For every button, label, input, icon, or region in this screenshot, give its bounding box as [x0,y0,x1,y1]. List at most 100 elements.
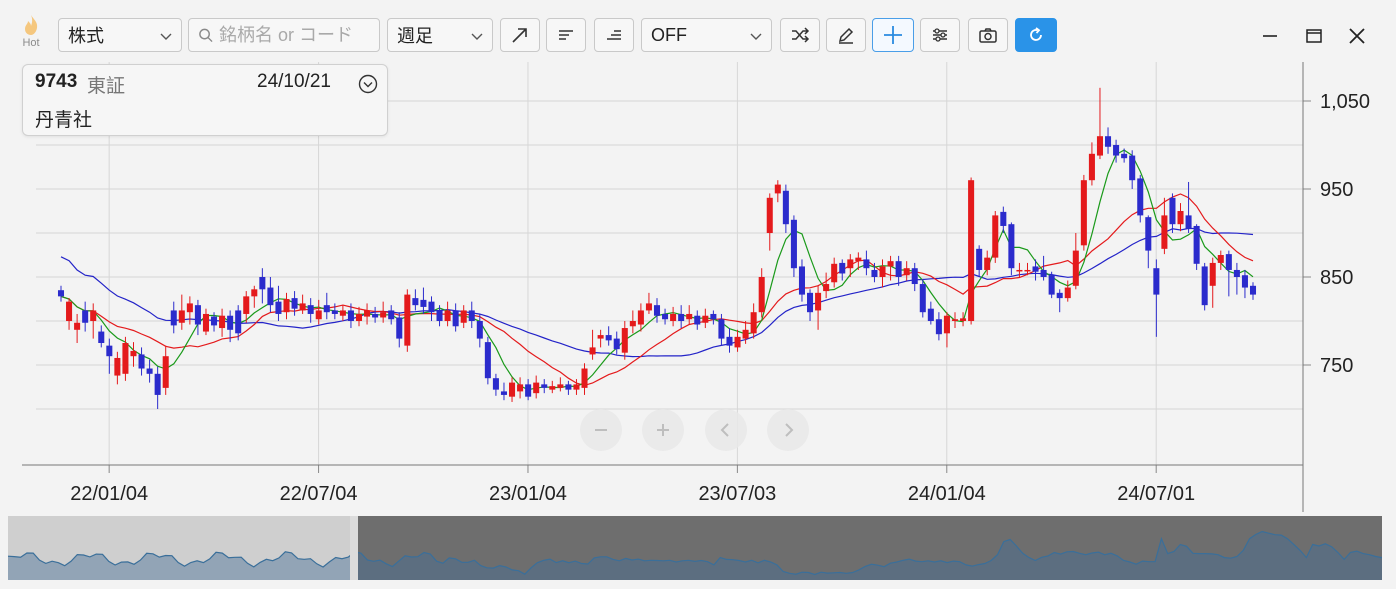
ma-mid-line [60,193,1254,387]
candle-body [1040,269,1047,277]
candle-body [911,268,918,285]
candle-body [1193,225,1200,264]
candle-body [130,350,137,357]
candle-body [573,384,580,390]
zoom-out-button[interactable] [580,409,622,451]
x-tick-label: 24/01/04 [908,483,986,505]
candle-body [428,301,435,313]
candle-body [863,259,870,269]
range-navigator[interactable] [8,516,1382,580]
candle-body [581,368,588,388]
minimize-button[interactable] [1256,22,1284,50]
candle-body [1241,275,1248,288]
candle-body [202,313,209,332]
scroll-right-button[interactable] [767,409,809,451]
candle-body [444,310,451,321]
candle-body [984,257,991,270]
candle-body [710,313,717,320]
candle-body [533,382,540,394]
right-align-button[interactable] [594,18,634,52]
crosshair-button[interactable] [872,18,914,52]
candle-body [742,329,749,339]
draw-button[interactable] [826,18,866,52]
candle-body [871,269,878,277]
x-tick-label: 23/01/04 [489,483,567,505]
candle-body [114,357,121,376]
candle-body [1080,180,1087,246]
chevron-left-icon [720,423,729,437]
candle-body [1137,178,1144,216]
candle-body [355,313,363,321]
candle-body [57,290,65,297]
candle-body [734,336,741,348]
candle-body [420,299,427,307]
candle-body [879,266,886,277]
overlay-select[interactable]: OFF [641,18,772,52]
candle-body [412,298,419,306]
stock-market: 東証 [87,76,126,97]
navigator-handle[interactable] [350,516,358,580]
market-type-value: 株式 [68,26,104,46]
candle-body [1000,211,1007,226]
close-icon [1349,28,1365,44]
candle-body [645,303,652,311]
left-align-button[interactable] [546,18,586,52]
candle-body [927,308,934,321]
candle-body [629,321,636,327]
candle-body [903,268,910,276]
candle-body [670,313,677,321]
candle-body [500,391,507,395]
candle-body [1008,224,1015,269]
trend-line-button[interactable] [500,18,540,52]
candle-body [299,303,306,311]
candle-body [315,310,322,320]
close-button[interactable] [1343,22,1371,50]
candle-body [307,305,314,314]
y-tick-label: 850 [1320,267,1353,289]
market-type-select[interactable]: 株式 [58,18,182,52]
stock-date: 24/10/21 [257,71,331,92]
scroll-left-button[interactable] [705,409,747,451]
candle-body [557,384,564,388]
navigator-area [8,531,1382,580]
candle-body [831,263,838,283]
candle-body [452,310,459,327]
candle-body [815,292,822,311]
search-box[interactable] [188,18,380,52]
candle-body [653,305,661,316]
shuffle-button[interactable] [780,18,820,52]
refresh-button[interactable] [1015,18,1057,52]
period-select[interactable]: 週足 [387,18,493,52]
x-tick-label: 22/01/04 [70,483,148,505]
zoom-in-button[interactable] [642,409,684,451]
stock-code: 9743 [35,71,78,92]
candle-body [678,313,685,321]
candle-body [122,343,129,374]
candle-body [283,299,290,313]
chevron-down-icon [160,33,172,40]
candle-body [919,284,926,313]
x-tick-label: 22/07/04 [280,483,358,505]
period-value: 週足 [397,26,433,46]
candle-body [613,338,620,350]
screenshot-button[interactable] [968,18,1008,52]
candle-body [388,310,395,320]
candle-body [194,305,201,325]
hot-button[interactable]: Hot [14,14,48,56]
expand-chevron-icon[interactable] [357,73,379,95]
maximize-button[interactable] [1300,22,1328,50]
candle-body [1225,254,1232,270]
candle-body [396,317,403,339]
candle-body [492,378,499,390]
navigator-overview [8,530,1382,580]
candle-body [186,303,193,313]
search-input[interactable] [219,24,379,46]
candle-body [1048,275,1055,295]
candle-body [331,310,338,314]
candle-body [702,315,709,323]
candle-body [1056,292,1063,299]
candle-body [726,336,733,346]
settings-button[interactable] [920,18,960,52]
candle-body [1201,266,1208,306]
candle-body [1145,217,1152,251]
